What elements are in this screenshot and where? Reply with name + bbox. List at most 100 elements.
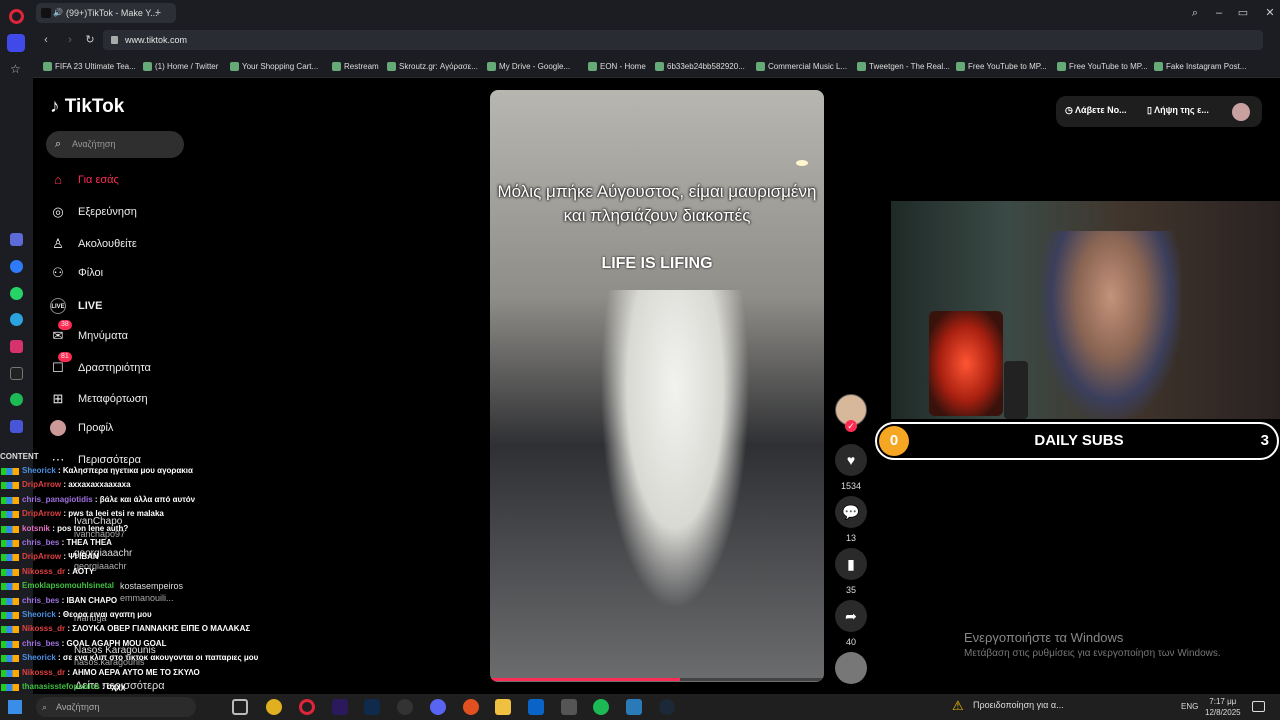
reload-button[interactable]: ↻ [82,32,98,48]
clock-time: 7:17 μμ [1209,697,1237,706]
comment-button[interactable]: 💬 [835,496,867,528]
save-button[interactable]: ▮ [835,548,867,580]
video-progress-bar[interactable] [490,678,824,681]
warning-icon[interactable]: ⚠ [952,698,964,714]
opera-icon[interactable] [299,699,315,715]
speaker-icon[interactable]: 🔊 [53,3,63,23]
get-app-button[interactable]: ▯ Λήψη της ε... [1147,105,1209,116]
bookmark-item[interactable]: Commercial Music L... [756,60,847,73]
task-view-icon[interactable] [232,699,248,715]
bookmark-item[interactable]: 6b33eb24bb582920... [655,60,745,73]
player-icon[interactable] [10,420,23,433]
compass-icon: ◎ [52,204,64,219]
bookmark-item[interactable]: Tweetgen - The Real... [857,60,950,73]
tiktok-logo[interactable]: ♪ TikTok [50,96,124,118]
taskbar-search[interactable]: ⌕ Αναζήτηση [36,697,196,717]
bookmark-item[interactable]: Restream [332,60,379,73]
nav-label: Προφίλ [78,422,114,434]
telegram-icon[interactable] [10,313,23,326]
video-caption-secondary: LIFE IS LIFING [601,255,713,272]
back-button[interactable]: ‹ [38,32,54,48]
bookmark-item[interactable]: EON - Home [588,60,646,73]
url-field[interactable]: www.tiktok.com [103,30,1263,50]
chat-badge-icon [1,583,19,591]
file-explorer-icon[interactable] [495,699,511,715]
x-twitter-icon[interactable] [10,367,23,380]
chat-message: DripArrow : axxaxaxxaaxaxa [0,480,131,490]
aria-icon[interactable] [10,233,23,246]
steam-icon[interactable] [659,699,675,715]
obs-icon[interactable] [397,699,413,715]
system-clock[interactable]: 7:17 μμ 12/8/2025 [1205,696,1241,718]
minimize-button[interactable]: – [1211,5,1227,21]
spotify-icon[interactable] [10,393,23,406]
discord-icon[interactable] [430,699,446,715]
nav-explore[interactable]: ◎ Εξερεύνηση [50,202,137,222]
like-button[interactable]: ♥ [835,444,867,476]
video-person [600,290,750,610]
photoshop-icon[interactable] [364,699,380,715]
chat-text: pos ton lene auth? [57,523,129,533]
chat-badge-icon [1,568,19,576]
bookmark-item[interactable]: Free YouTube to MP... [956,60,1047,73]
bookmark-item[interactable]: Free YouTube to MP... [1057,60,1148,73]
daily-subs-bar: 0 DAILY SUBS 3 [875,422,1279,460]
nav-upload[interactable]: ⊞ Μεταφόρτωση [50,389,148,409]
chrome-icon[interactable] [266,699,282,715]
outlook-icon[interactable] [528,699,544,715]
chat-separator: : [55,653,63,663]
video-player[interactable]: Μόλις μπήκε Αύγουστος, είμαι μαυρισμένη … [490,90,824,682]
nav-for-you[interactable]: ⌂ Για εσάς [50,170,119,190]
app-icon-2[interactable] [561,699,577,715]
get-coins-button[interactable]: ◷ Λάβετε Νο... [1065,105,1127,116]
search-tabs-icon[interactable]: ⌕ [1187,5,1203,21]
spotify-taskbar-icon[interactable] [593,699,609,715]
music-disc[interactable] [835,652,867,684]
close-window-button[interactable]: ✕ [1262,5,1278,21]
nav-live[interactable]: LIVE LIVE [50,296,102,316]
warning-notification[interactable]: Προειδοποίηση για α... [973,700,1064,710]
chat-username: Emoklapsomouhlsinetal [22,581,115,591]
chat-message: chris_bes : THEA THEA [0,538,112,548]
bookmark-item[interactable]: My Drive - Google... [487,60,570,73]
get-app-label: Λήψη της ε... [1154,105,1209,115]
chat-username: Sheorick [22,653,56,663]
windows-activation-title: Ενεργοποιήστε τα Windows [964,630,1124,645]
star-sidebar-icon[interactable]: ☆ [10,62,21,76]
bookmark-item[interactable]: (1) Home / Twitter [143,60,218,73]
comment-count: 13 [845,533,856,543]
bookmark-item[interactable]: Fake Instagram Post... [1154,60,1246,73]
language-indicator[interactable]: ENG [1181,702,1198,711]
chat-badge-icon [1,554,19,562]
subs-goal: 3 [1260,432,1269,449]
nav-following[interactable]: ♙ Ακολουθείτε [50,234,137,254]
user-avatar[interactable] [1232,103,1250,121]
new-tab-button[interactable]: + [150,5,166,21]
notifications-icon[interactable] [1252,701,1265,712]
photos-icon[interactable] [626,699,642,715]
instagram-icon[interactable] [10,340,23,353]
follow-plus-icon[interactable]: ✓ [845,420,857,432]
bookmark-item[interactable]: FIFA 23 Ultimate Tea... [43,60,136,73]
chat-badge-icon [1,640,19,648]
nav-friends[interactable]: ⚇ Φίλοι [50,263,103,283]
whatsapp-icon[interactable] [10,287,23,300]
app-icon[interactable] [463,699,479,715]
home-sidebar-icon[interactable] [7,34,25,52]
chat-text: βάλε και άλλα από αυτόν [99,494,196,504]
nav-messages[interactable]: ✉ 38 Μηνύματα [50,320,128,346]
chat-username: chris_bes [22,538,60,547]
nav-profile[interactable]: Προφίλ [50,418,113,438]
opera-logo-icon[interactable] [9,9,24,24]
maximize-button[interactable]: ▭ [1235,5,1251,21]
messenger-icon[interactable] [10,260,23,273]
nav-activity[interactable]: ☐ 81 Δραστηριότητα [50,352,151,378]
chat-message: chris_panagiotidis : βάλε και άλλα από α… [0,495,195,505]
forward-button[interactable]: › [62,32,78,48]
bookmark-item[interactable]: Your Shopping Cart... [230,60,318,73]
share-button[interactable]: ➦ [835,600,867,632]
premiere-icon[interactable] [332,699,348,715]
search-input[interactable]: ⌕ Αναζήτηση [46,131,184,158]
windows-start-icon[interactable] [8,700,22,714]
bookmark-item[interactable]: Skroutz.gr: Αγόρασε... [387,60,478,73]
